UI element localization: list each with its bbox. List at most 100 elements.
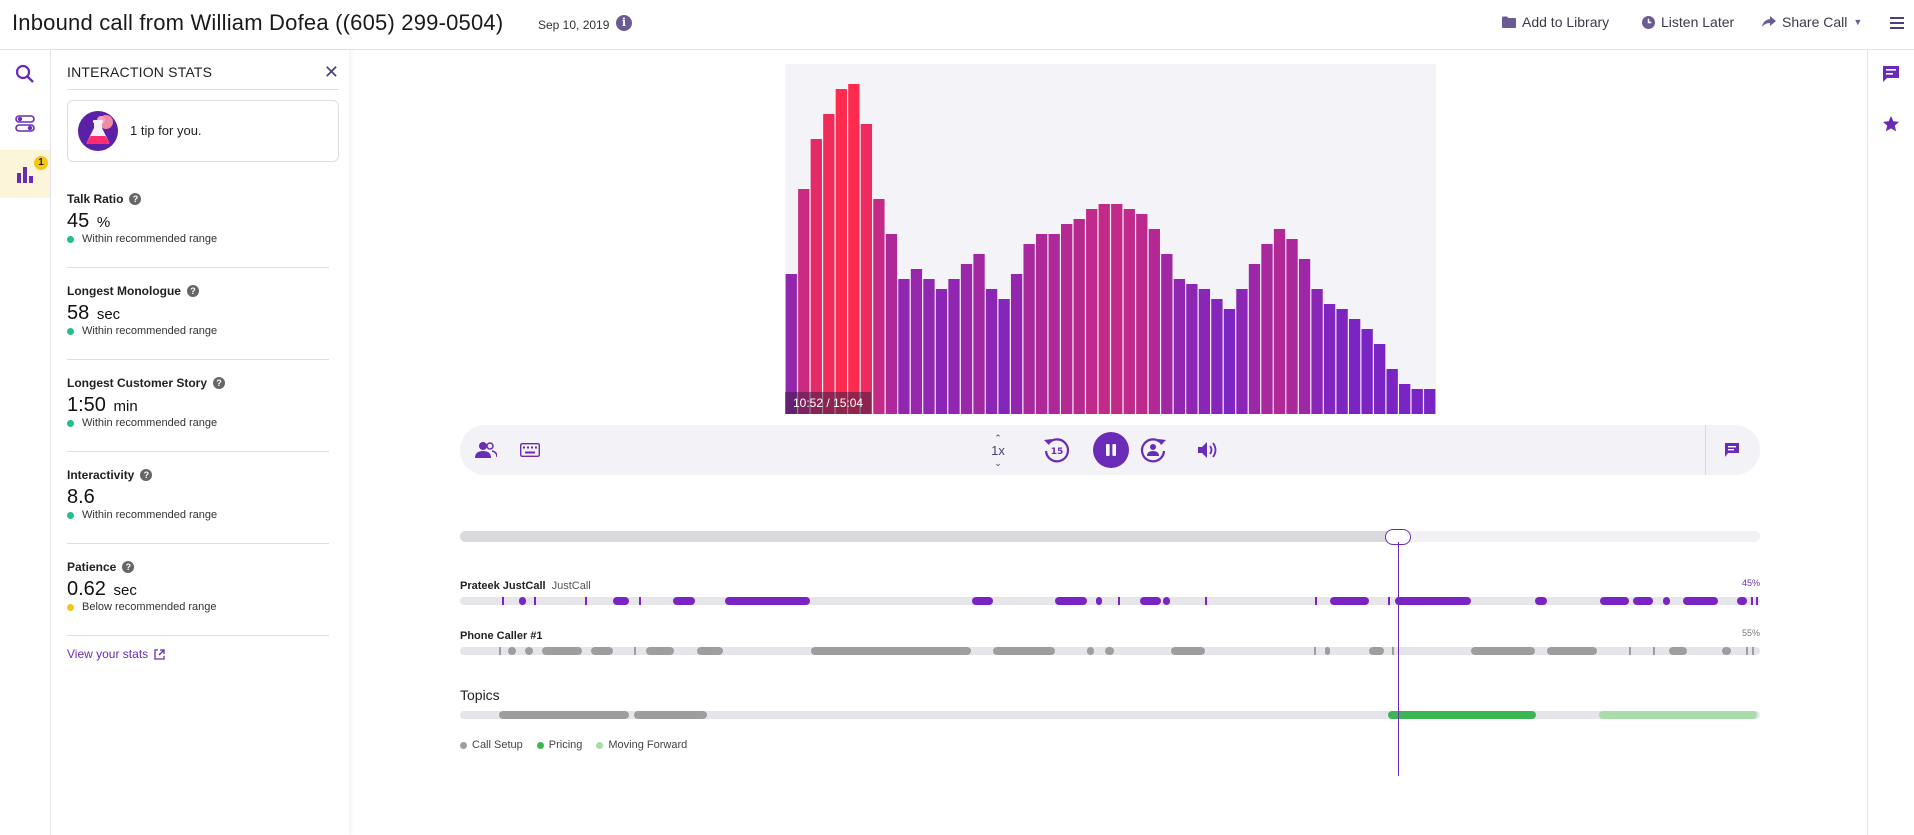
speech-segment[interactable] <box>1392 647 1395 655</box>
stat-label: Interactivity <box>67 468 135 482</box>
legend-item[interactable]: Moving Forward <box>596 739 687 751</box>
speech-segment[interactable] <box>1315 597 1318 605</box>
speech-segment[interactable] <box>591 647 614 655</box>
legend-item[interactable]: Call Setup <box>460 739 523 751</box>
help-icon[interactable]: ? <box>186 285 199 297</box>
speech-segment[interactable] <box>1394 597 1472 605</box>
help-icon[interactable]: ? <box>129 193 142 205</box>
speech-segment[interactable] <box>1204 597 1207 605</box>
search-button[interactable] <box>0 50 50 98</box>
speech-segment[interactable] <box>696 647 723 655</box>
speech-segment[interactable] <box>1117 597 1120 605</box>
keyboard-shortcuts-button[interactable] <box>516 437 544 463</box>
speech-segment[interactable] <box>1104 647 1114 655</box>
speech-segment[interactable] <box>613 597 629 605</box>
speech-segment[interactable] <box>1756 597 1759 605</box>
tip-text: 1 tip for you. <box>130 123 202 138</box>
help-icon[interactable]: ? <box>122 561 135 573</box>
help-icon[interactable]: ? <box>213 377 226 389</box>
speech-segment[interactable] <box>534 597 537 605</box>
speech-segment[interactable] <box>1388 597 1391 605</box>
skip-back-button[interactable]: 15 <box>1040 433 1074 467</box>
topic-segment[interactable] <box>499 711 629 719</box>
comments-button[interactable] <box>1868 54 1914 94</box>
speech-segment[interactable] <box>1600 597 1629 605</box>
talk-percent: 55% <box>1741 628 1760 638</box>
speaker-track[interactable] <box>460 597 1760 605</box>
speech-segment[interactable] <box>1324 647 1330 655</box>
topic-segment[interactable] <box>634 711 707 719</box>
speech-segment[interactable] <box>993 647 1056 655</box>
speech-segment[interactable] <box>811 647 971 655</box>
speech-segment[interactable] <box>1139 597 1161 605</box>
speech-segment[interactable] <box>1683 597 1719 605</box>
speech-segment[interactable] <box>499 647 501 655</box>
speech-segment[interactable] <box>518 597 527 605</box>
hamburger-menu-icon[interactable] <box>1890 16 1904 34</box>
speech-segment[interactable] <box>645 647 675 655</box>
speech-segment[interactable] <box>972 597 993 605</box>
activity-bar <box>1399 384 1411 414</box>
interaction-stats-button[interactable]: 1 <box>0 150 50 198</box>
timeline-scrubber[interactable] <box>460 529 1760 545</box>
legend-item[interactable]: Pricing <box>536 739 582 751</box>
call-activity-chart[interactable]: 10:52 / 15:04 <box>785 64 1436 414</box>
skip-to-speaker-button[interactable] <box>1136 433 1170 467</box>
share-call-button[interactable]: Share Call ▼ <box>1762 14 1862 30</box>
volume-button[interactable] <box>1194 437 1222 463</box>
speed-down-icon[interactable]: ⌄ <box>994 458 1002 468</box>
speaker-track[interactable] <box>460 647 1760 655</box>
activity-bar <box>1236 289 1248 414</box>
participants-button[interactable] <box>472 437 500 463</box>
speech-segment[interactable] <box>1745 647 1748 655</box>
speed-up-icon[interactable]: ⌃ <box>994 433 1002 443</box>
speech-segment[interactable] <box>1750 597 1753 605</box>
speech-segment[interactable] <box>525 647 533 655</box>
transcript-button[interactable] <box>1718 437 1746 463</box>
topic-segment[interactable] <box>1388 711 1537 719</box>
stat-range: Within recommended range <box>82 509 218 521</box>
speech-segment[interactable] <box>1669 647 1688 655</box>
close-icon[interactable]: ✕ <box>324 62 339 83</box>
speaker-label: Prateek JustCall JustCall <box>460 580 591 592</box>
speech-segment[interactable] <box>1095 597 1103 605</box>
add-to-library-button[interactable]: Add to Library <box>1502 14 1609 30</box>
speech-segment[interactable] <box>1314 647 1317 655</box>
speech-segment[interactable] <box>1752 647 1755 655</box>
view-your-stats-link[interactable]: View your stats <box>67 647 165 661</box>
topics-track[interactable] <box>460 711 1760 719</box>
activity-bar <box>835 89 847 414</box>
speech-segment[interactable] <box>1086 647 1095 655</box>
speech-segment[interactable] <box>501 597 504 605</box>
speech-segment[interactable] <box>1471 647 1536 655</box>
speech-segment[interactable] <box>1329 597 1369 605</box>
speech-segment[interactable] <box>639 597 642 605</box>
speech-segment[interactable] <box>1368 647 1385 655</box>
tip-card[interactable]: 1 tip for you. <box>67 100 339 162</box>
speech-segment[interactable] <box>673 597 696 605</box>
filters-button[interactable] <box>0 100 50 148</box>
speech-segment[interactable] <box>1055 597 1087 605</box>
speech-segment[interactable] <box>1535 597 1547 605</box>
speech-segment[interactable] <box>508 647 516 655</box>
speech-segment[interactable] <box>634 647 637 655</box>
speech-segment[interactable] <box>725 597 810 605</box>
speech-segment[interactable] <box>1632 597 1654 605</box>
speech-segment[interactable] <box>1546 647 1598 655</box>
speech-segment[interactable] <box>1736 597 1747 605</box>
speech-segment[interactable] <box>584 597 587 605</box>
speech-segment[interactable] <box>1163 597 1170 605</box>
speech-segment[interactable] <box>1662 597 1671 605</box>
pause-button[interactable] <box>1093 432 1129 468</box>
speech-segment[interactable] <box>1628 647 1631 655</box>
speech-segment[interactable] <box>1722 647 1732 655</box>
favorite-button[interactable] <box>1868 104 1914 144</box>
speech-segment[interactable] <box>1653 647 1656 655</box>
listen-later-button[interactable]: Listen Later <box>1642 14 1734 30</box>
speech-segment[interactable] <box>541 647 583 655</box>
info-icon[interactable]: i <box>616 15 632 31</box>
speech-segment[interactable] <box>1171 647 1205 655</box>
help-icon[interactable]: ? <box>140 469 153 481</box>
topic-segment[interactable] <box>1598 711 1758 719</box>
playback-speed-control[interactable]: ⌃ 1x ⌄ <box>987 428 1009 472</box>
